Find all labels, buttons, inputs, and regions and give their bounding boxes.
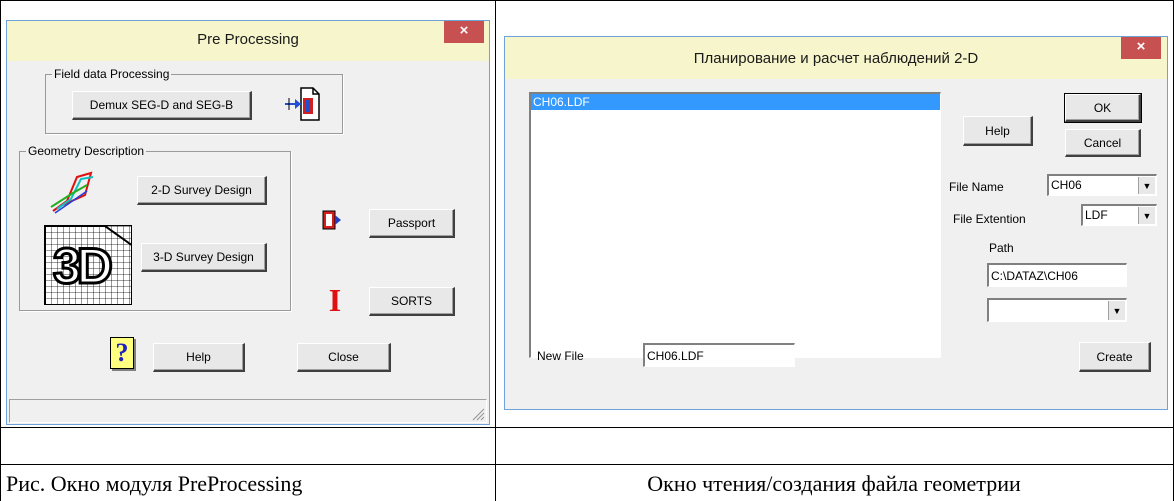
- survey-3d-icon: 3D: [44, 225, 132, 305]
- table-row-divider-2: [0, 464, 1174, 465]
- demux-icon: [283, 84, 323, 124]
- survey-2d-design-button[interactable]: 2-D Survey Design: [137, 176, 267, 205]
- close-window-button[interactable]: ×: [1121, 37, 1161, 59]
- file-list[interactable]: CH06.LDF: [529, 92, 941, 358]
- file-extension-value: LDF: [1085, 208, 1108, 222]
- list-item[interactable]: CH06.LDF: [531, 94, 940, 110]
- new-file-label: New File: [537, 349, 584, 363]
- help-button[interactable]: Help: [963, 116, 1033, 146]
- passport-icon: [321, 209, 343, 231]
- path-value: C:\DATAZ\CH06: [991, 269, 1078, 283]
- survey-2d-icon: [47, 171, 97, 216]
- chevron-down-icon[interactable]: ▼: [1138, 207, 1155, 224]
- table-border-top: [0, 0, 1174, 1]
- chevron-down-icon[interactable]: ▼: [1108, 301, 1125, 320]
- path-field[interactable]: C:\DATAZ\CH06: [987, 263, 1127, 287]
- right-caption: Окно чтения/создания файла геометрии: [647, 471, 1021, 496]
- survey-2d-title-bar: Планирование и расчет наблюдений 2-D: [505, 37, 1167, 79]
- ok-button[interactable]: OK: [1064, 93, 1142, 123]
- chevron-down-icon[interactable]: ▼: [1138, 177, 1155, 194]
- left-caption: Рис. Окно модуля PreProcessing: [6, 471, 303, 496]
- geometry-description-label: Geometry Description: [28, 144, 145, 158]
- new-file-value: CH06.LDF: [647, 349, 704, 363]
- help-button[interactable]: Help: [153, 343, 245, 372]
- sorts-button[interactable]: SORTS: [369, 287, 455, 316]
- new-file-field[interactable]: CH06.LDF: [643, 343, 795, 367]
- status-bar: [9, 399, 487, 423]
- table-border-middle: [495, 0, 496, 501]
- close-window-button[interactable]: ×: [444, 21, 484, 43]
- table-border-left: [0, 0, 1, 501]
- survey-3d-design-button[interactable]: 3-D Survey Design: [141, 243, 267, 272]
- file-extension-combo[interactable]: LDF ▼: [1081, 204, 1157, 226]
- path-label: Path: [989, 241, 1014, 255]
- help-icon: ?: [110, 337, 134, 369]
- sorts-icon: I: [328, 282, 342, 318]
- file-name-value: CH06: [1051, 178, 1082, 192]
- create-button[interactable]: Create: [1079, 342, 1151, 372]
- table-row-divider-1: [0, 427, 1174, 428]
- pre-processing-title-bar: Pre Processing: [7, 21, 489, 61]
- demux-button[interactable]: Demux SEG-D and SEG-B: [72, 91, 252, 120]
- drive-combo[interactable]: ▼: [987, 298, 1127, 322]
- close-icon: ×: [459, 22, 469, 39]
- cancel-button[interactable]: Cancel: [1065, 129, 1141, 157]
- close-button[interactable]: Close: [297, 343, 391, 372]
- field-data-processing-label: Field data Processing: [54, 67, 170, 81]
- file-extension-label: File Extention: [953, 212, 1026, 226]
- window-title: Pre Processing: [197, 31, 299, 48]
- help-question-mark: ?: [115, 338, 129, 367]
- file-name-label: File Name: [949, 180, 1004, 194]
- survey-3d-icon-text: 3D: [52, 237, 115, 296]
- close-icon: ×: [1136, 38, 1146, 55]
- window-title: Планирование и расчет наблюдений 2-D: [693, 50, 979, 67]
- file-name-combo[interactable]: CH06 ▼: [1047, 174, 1157, 196]
- passport-button[interactable]: Passport: [369, 209, 455, 238]
- pre-processing-window: Pre Processing × Field data Processing D…: [6, 20, 490, 425]
- resize-grip-icon[interactable]: [471, 407, 485, 421]
- survey-2d-window: Планирование и расчет наблюдений 2-D × C…: [504, 36, 1168, 410]
